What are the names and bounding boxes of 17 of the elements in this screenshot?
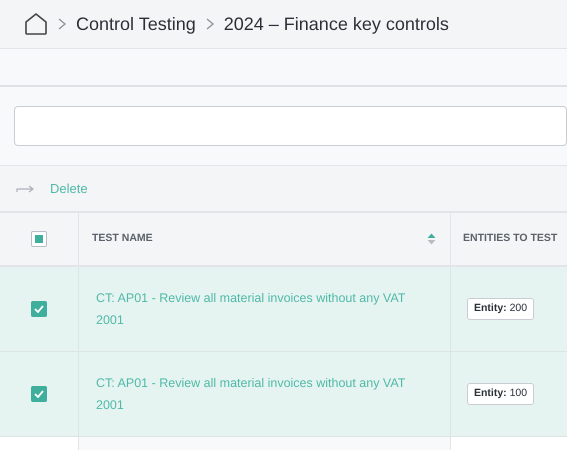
check-icon [34, 390, 44, 398]
home-icon[interactable] [24, 13, 48, 35]
column-header[interactable]: TEST NAME [92, 231, 153, 247]
column-header[interactable]: ENTITIES TO TEST [463, 231, 558, 247]
check-icon [34, 305, 44, 313]
select-all-checkbox[interactable] [31, 231, 47, 247]
chevron-icon [206, 18, 214, 30]
breadcrumb-link[interactable]: Control Testing [76, 10, 196, 38]
arrow-icon [16, 184, 34, 192]
row-checkbox[interactable] [31, 301, 47, 317]
entity-tag: Entity: 200 [467, 298, 534, 320]
chevron-icon [58, 18, 66, 30]
sort-icon[interactable] [427, 233, 436, 245]
breadcrumb-link[interactable]: 2024 – Finance key controls [224, 10, 449, 38]
entity-tag: Entity: 100 [467, 383, 534, 405]
search-field[interactable] [14, 106, 567, 146]
row-checkbox[interactable] [31, 386, 47, 402]
